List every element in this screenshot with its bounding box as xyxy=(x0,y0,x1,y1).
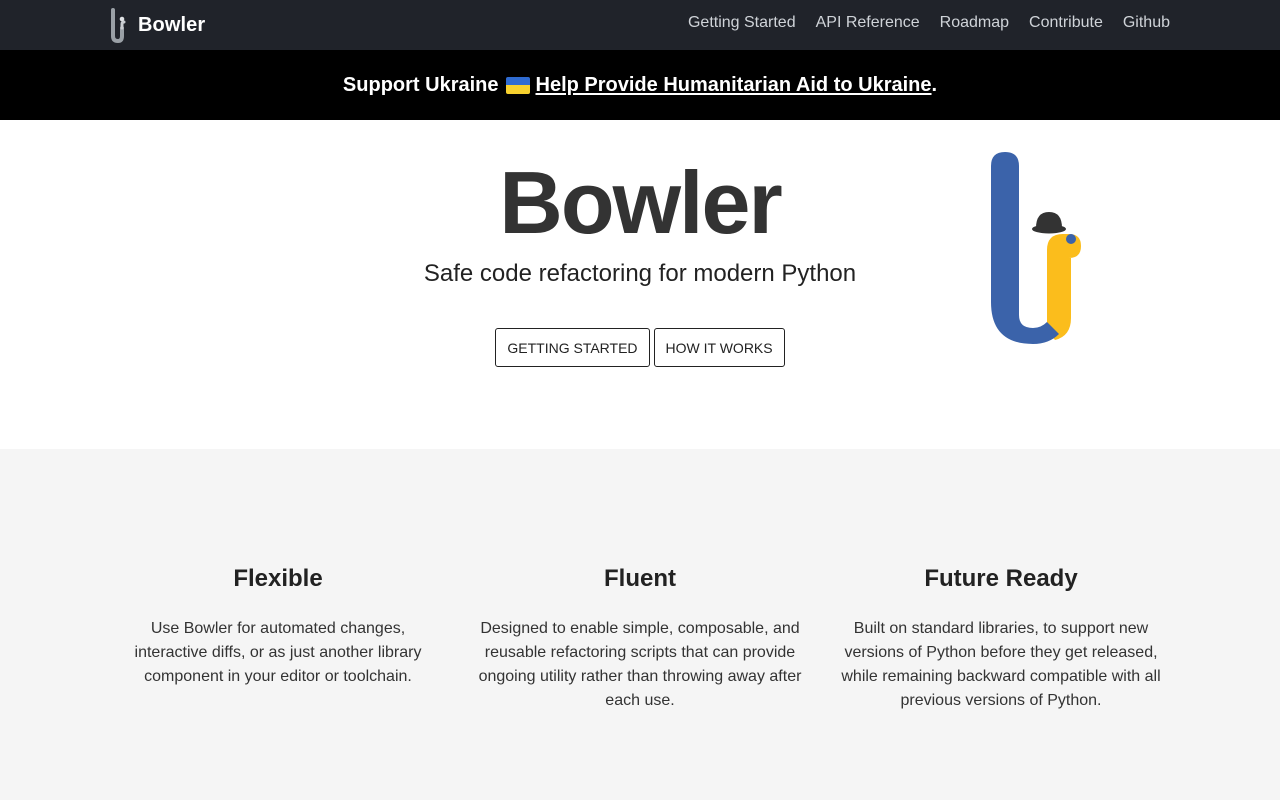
feature-future-ready: Future Ready Built on standard libraries… xyxy=(836,561,1166,713)
nav-link-getting-started[interactable]: Getting Started xyxy=(688,14,796,32)
banner-prefix: Support Ukraine xyxy=(342,73,499,96)
top-nav: Bowler Getting Started API Reference Roa… xyxy=(0,0,1280,50)
feature-title: Flexible xyxy=(233,565,323,592)
bowler-logo-small-icon xyxy=(111,8,126,43)
humanitarian-aid-link[interactable]: Help Provide Humanitarian Aid to Ukraine xyxy=(536,74,932,97)
brand-link[interactable]: Bowler xyxy=(109,0,205,50)
hero-section: Bowler Safe code refactoring for modern … xyxy=(0,120,1280,449)
feature-title: Fluent xyxy=(604,565,676,592)
bowler-logo-icon xyxy=(991,152,1081,344)
ukraine-banner: Support Ukraine Help Provide Humanitaria… xyxy=(0,50,1280,120)
nav-link-api-reference[interactable]: API Reference xyxy=(816,14,920,32)
nav-link-github[interactable]: Github xyxy=(1123,14,1170,32)
ukraine-flag-icon xyxy=(505,76,530,94)
nav-link-contribute[interactable]: Contribute xyxy=(1029,14,1103,32)
nav-link-roadmap[interactable]: Roadmap xyxy=(940,14,1009,32)
brand-name: Bowler xyxy=(138,13,206,36)
feature-description: Built on standard libraries, to support … xyxy=(841,620,1161,709)
how-it-works-button[interactable]: HOW IT WORKS xyxy=(653,328,785,367)
feature-title: Future Ready xyxy=(924,565,1078,592)
banner-suffix: . xyxy=(931,73,938,96)
feature-flexible: Flexible Use Bowler for automated change… xyxy=(113,561,443,689)
features-section: Flexible Use Bowler for automated change… xyxy=(0,449,1280,800)
nav-links: Getting Started API Reference Roadmap Co… xyxy=(668,0,1170,46)
feature-description: Designed to enable simple, composable, a… xyxy=(478,620,802,709)
feature-fluent: Fluent Designed to enable simple, compos… xyxy=(475,561,805,713)
getting-started-button[interactable]: GETTING STARTED xyxy=(495,328,650,367)
feature-description: Use Bowler for automated changes, intera… xyxy=(134,620,422,685)
